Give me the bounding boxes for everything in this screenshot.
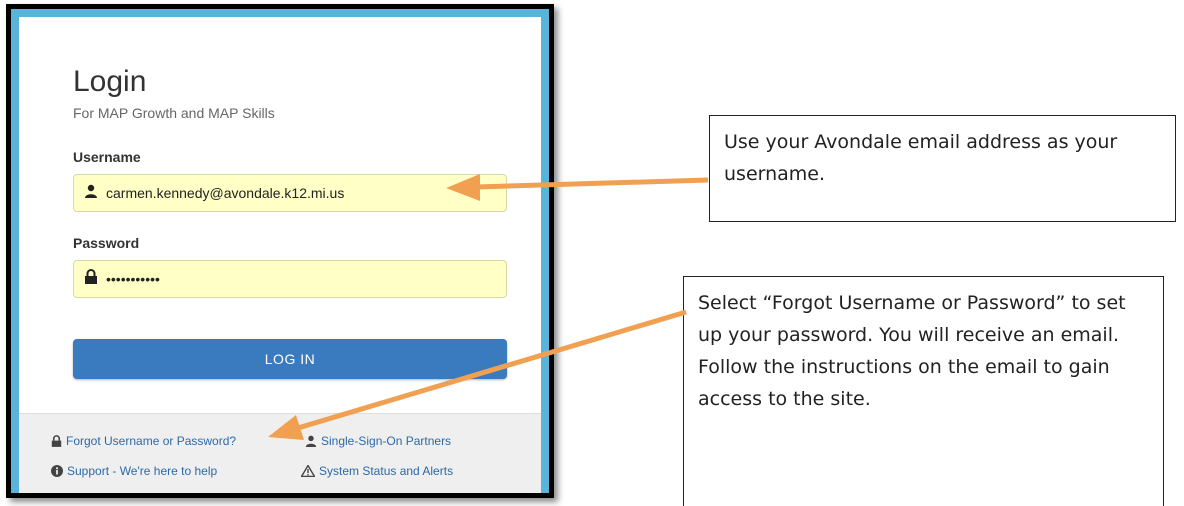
forgot-arrow: [268, 309, 687, 440]
username-arrow: [446, 174, 709, 201]
annotation-arrows: [268, 174, 709, 440]
